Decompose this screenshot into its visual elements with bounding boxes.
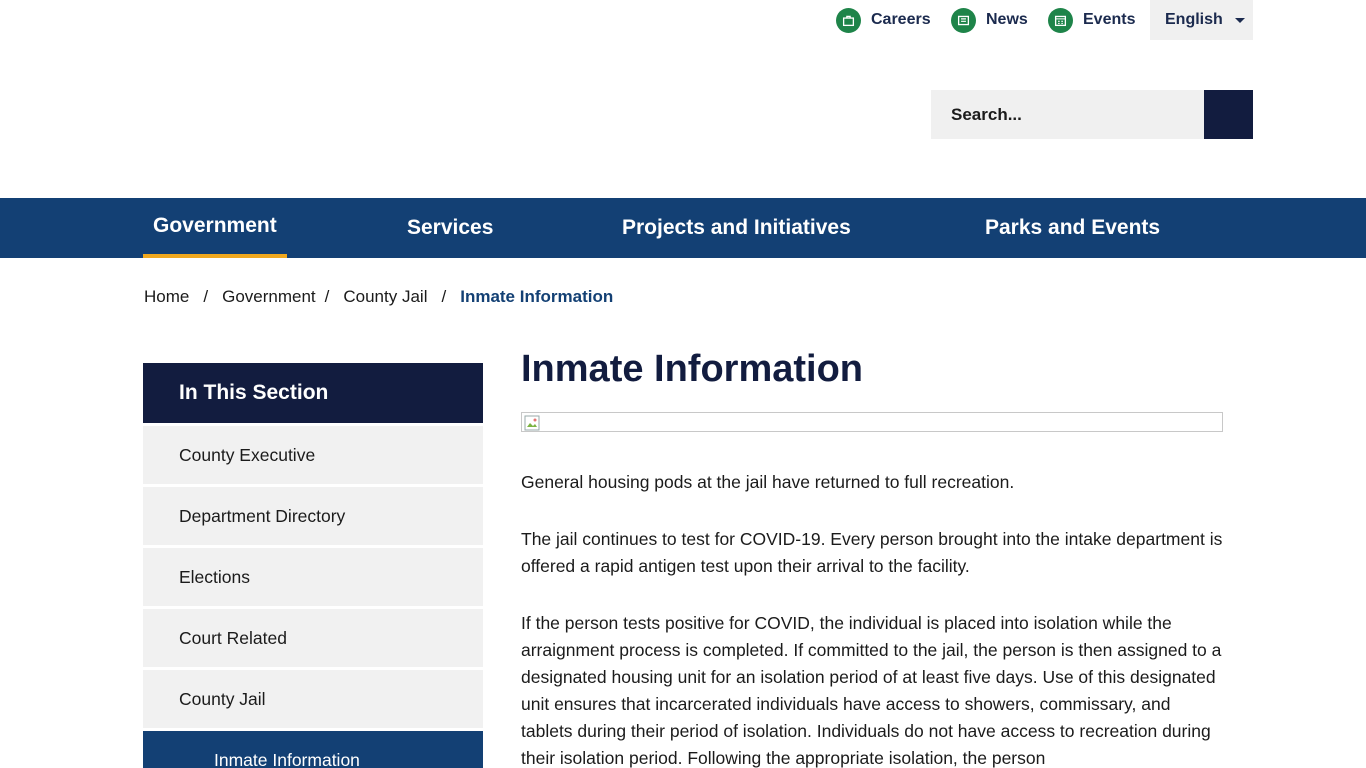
sidebar-item-county-jail[interactable]: County Jail [143, 670, 483, 728]
sidebar-item-elections[interactable]: Elections [143, 548, 483, 606]
language-label: English [1165, 11, 1223, 28]
news-label: News [986, 11, 1028, 28]
sidebar-heading: In This Section [143, 363, 483, 423]
broken-image [521, 412, 1223, 432]
article-body: General housing pods at the jail have re… [521, 469, 1223, 768]
breadcrumb: Home / Government / County Jail / Inmate… [144, 287, 613, 307]
broken-image-icon [524, 415, 540, 431]
sidebar-item-court-related[interactable]: Court Related [143, 609, 483, 667]
breadcrumb-current: Inmate Information [460, 287, 614, 306]
search-button[interactable] [1204, 90, 1253, 139]
search-form [931, 90, 1253, 139]
nav-services[interactable]: Services [397, 198, 503, 258]
careers-label: Careers [871, 11, 931, 28]
careers-link[interactable]: Careers [836, 6, 931, 34]
paragraph: The jail continues to test for COVID-19.… [521, 529, 1223, 576]
events-label: Events [1083, 11, 1136, 28]
breadcrumb-county-jail[interactable]: County Jail [343, 287, 427, 307]
breadcrumb-separator: / [324, 287, 330, 306]
breadcrumb-separator: / [441, 287, 447, 306]
breadcrumb-separator: / [203, 287, 209, 306]
nav-parks-and-events[interactable]: Parks and Events [975, 198, 1170, 258]
paragraph: General housing pods at the jail have re… [521, 472, 1015, 492]
events-link[interactable]: Events [1048, 6, 1135, 34]
utility-bar: Careers News Events English [0, 0, 1366, 40]
caret-down-icon [1234, 17, 1245, 23]
breadcrumb-government[interactable]: Government [222, 287, 316, 307]
main-navigation: Government Services Projects and Initiat… [0, 198, 1366, 258]
sidebar-item-county-executive[interactable]: County Executive [143, 426, 483, 484]
search-input[interactable] [931, 90, 1204, 139]
nav-government[interactable]: Government [143, 198, 287, 258]
briefcase-icon [836, 7, 861, 33]
paragraph: If the person tests positive for COVID, … [521, 613, 1222, 768]
page-title: Inmate Information [521, 348, 864, 390]
breadcrumb-home[interactable]: Home [144, 287, 189, 307]
language-select[interactable]: English [1150, 0, 1253, 40]
sidebar-item-inmate-information[interactable]: Inmate Information [143, 731, 483, 768]
newspaper-icon [951, 7, 976, 33]
news-link[interactable]: News [951, 6, 1028, 34]
nav-projects-and-initiatives[interactable]: Projects and Initiatives [612, 198, 861, 258]
calendar-icon [1048, 7, 1073, 33]
sidebar-item-department-directory[interactable]: Department Directory [143, 487, 483, 545]
